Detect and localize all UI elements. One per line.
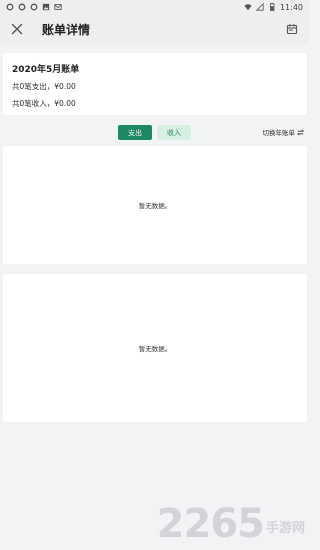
calendar-button[interactable] <box>283 20 301 38</box>
switch-year-bill-button[interactable]: 切换年账单 <box>262 127 304 137</box>
income-tab[interactable]: 收入 <box>157 125 191 140</box>
mail-icon <box>54 4 62 10</box>
watermark-logo: 2265 手游网 <box>157 504 305 544</box>
battery-icon <box>269 3 275 11</box>
notification-icon <box>18 3 26 11</box>
status-time: 11:40 <box>279 2 303 12</box>
status-bar-right: 11:40 <box>244 3 303 12</box>
page-title: 账单详情 <box>42 22 91 37</box>
status-bar-left <box>6 3 62 11</box>
type-toggle-row: 支出 收入 切换年账单 <box>0 125 309 141</box>
app-bar: 账单详情 <box>0 14 309 44</box>
swap-icon <box>297 129 304 135</box>
notification-icon <box>30 3 38 11</box>
calendar-icon <box>286 24 298 35</box>
record-list-panel: 暂无数据。 <box>3 274 307 422</box>
income-summary: 共0笔收入，¥0.00 <box>12 99 76 108</box>
empty-state-text: 暂无数据。 <box>138 345 172 353</box>
signal-icon <box>255 3 264 11</box>
status-bar: 11:40 <box>0 0 309 14</box>
bill-summary-card: 2020年5月账单 共0笔支出，¥0.00 共0笔收入，¥0.00 <box>3 53 307 115</box>
expense-summary: 共0笔支出，¥0.00 <box>12 82 76 91</box>
empty-state-text: 暂无数据。 <box>138 202 172 210</box>
bill-month-title: 2020年5月账单 <box>12 65 80 75</box>
close-button[interactable] <box>8 20 26 38</box>
watermark-text: 手游网 <box>265 521 305 536</box>
expense-tab[interactable]: 支出 <box>118 125 152 140</box>
switch-year-bill-label: 切换年账单 <box>262 129 296 137</box>
watermark-number: 2265 <box>156 501 265 547</box>
close-icon <box>11 23 23 35</box>
notification-icon <box>6 3 14 11</box>
chart-panel: 暂无数据。 <box>3 146 307 264</box>
wifi-icon <box>244 4 252 11</box>
image-icon <box>42 3 50 11</box>
